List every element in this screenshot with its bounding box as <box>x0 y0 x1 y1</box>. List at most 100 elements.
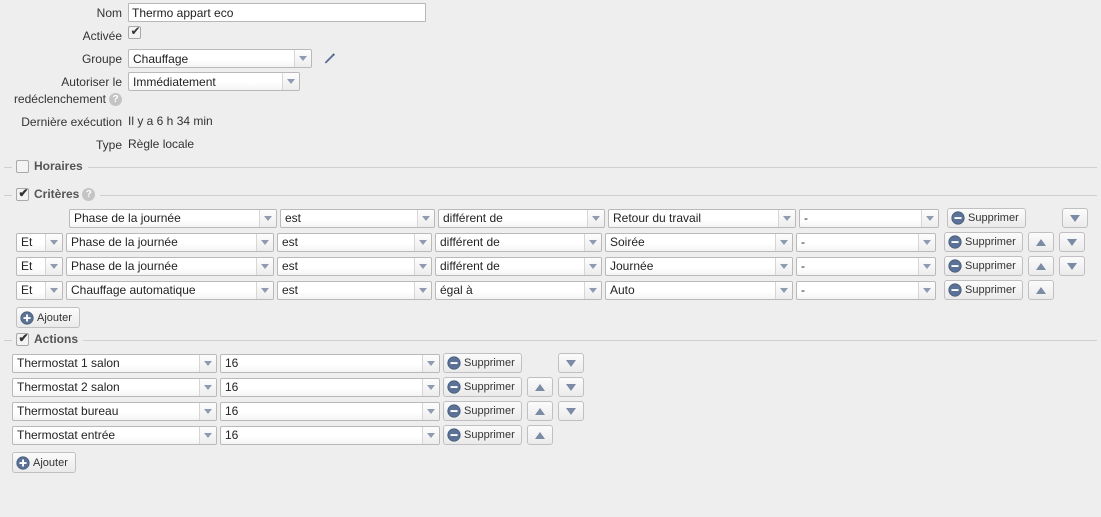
move-criteria-up-button[interactable] <box>1027 256 1054 276</box>
criteria-value-select[interactable]: Journée <box>605 256 793 276</box>
criteria-logic-select[interactable]: Et <box>16 280 63 300</box>
delete-criteria-button[interactable]: Supprimer <box>947 208 1026 228</box>
move-criteria-up-button[interactable] <box>1027 232 1054 252</box>
move-criteria-down-button[interactable] <box>1058 232 1085 252</box>
criteria-operator-select[interactable]: est <box>277 256 432 276</box>
chevron-down-icon <box>199 426 216 444</box>
criteria-extra-value: - <box>801 259 805 273</box>
move-criteria-down-button[interactable] <box>1058 256 1085 276</box>
chevron-down-icon <box>918 257 935 275</box>
move-action-up-button[interactable] <box>526 425 553 445</box>
criteria-value-select[interactable]: Retour du travail <box>608 208 796 228</box>
arrow-up-icon <box>534 431 545 439</box>
schedules-legend-label: Horaires <box>34 159 83 173</box>
field-row-last-execution: Dernière exécution Il y a 6 h 34 min <box>0 112 1101 131</box>
action-value-select[interactable]: 16 <box>220 377 440 397</box>
action-device-select[interactable]: Thermostat 1 salon <box>12 353 217 373</box>
criteria-legend: Critères ? <box>12 186 101 201</box>
chevron-down-icon <box>256 233 273 251</box>
delete-action-label: Supprimer <box>464 429 515 441</box>
arrow-up-icon <box>1035 262 1046 270</box>
action-device-select[interactable]: Thermostat bureau <box>12 401 217 421</box>
chevron-down-icon <box>775 281 792 299</box>
criteria-value-value: Journée <box>610 259 654 273</box>
delete-action-button[interactable]: Supprimer <box>443 401 522 421</box>
move-action-up-button[interactable] <box>526 377 553 397</box>
chevron-down-icon <box>775 257 792 275</box>
criteria-logic-value: Et <box>21 259 33 273</box>
criteria-logic-value: Et <box>21 283 33 297</box>
criteria-extra-select[interactable]: - <box>799 208 939 228</box>
criteria-logic-select[interactable]: Et <box>16 232 63 252</box>
arrow-down-icon <box>565 407 576 415</box>
chevron-down-icon <box>256 257 273 275</box>
criteria-operator-select[interactable]: est <box>280 208 435 228</box>
retrigger-label-line1: Autoriser le <box>61 75 122 89</box>
chevron-down-icon <box>282 73 299 90</box>
criteria-comparator-select[interactable]: différent de <box>438 208 605 228</box>
criteria-extra-select[interactable]: - <box>796 232 936 252</box>
criteria-operator-select[interactable]: est <box>277 280 432 300</box>
arrow-down-icon <box>1066 238 1077 246</box>
move-criteria-down-button[interactable] <box>1061 208 1088 228</box>
action-device-select[interactable]: Thermostat entrée <box>12 425 217 445</box>
delete-criteria-button[interactable]: Supprimer <box>944 232 1023 252</box>
actions-checkbox[interactable] <box>16 331 30 346</box>
criteria-extra-select[interactable]: - <box>796 280 936 300</box>
retrigger-label-line2-wrap: redéclenchement? <box>0 91 122 108</box>
move-criteria-up-button[interactable] <box>1027 280 1054 300</box>
criteria-rows: Phase de la journée est différent de Ret… <box>4 196 1097 328</box>
field-row-retrigger: Autoriser le redéclenchement? Immédiatem… <box>0 72 1101 108</box>
delete-action-button[interactable]: Supprimer <box>443 377 522 397</box>
action-device-value: Thermostat 2 salon <box>17 380 120 394</box>
action-value-select[interactable]: 16 <box>220 353 440 373</box>
criteria-comparator-select[interactable]: différent de <box>435 232 602 252</box>
delete-action-button[interactable]: Supprimer <box>443 425 522 445</box>
move-action-up-button[interactable] <box>526 401 553 421</box>
action-device-select[interactable]: Thermostat 2 salon <box>12 377 217 397</box>
type-label: Type <box>95 138 122 152</box>
criteria-value-value: Retour du travail <box>613 211 702 225</box>
move-action-down-button[interactable] <box>557 377 584 397</box>
delete-criteria-button[interactable]: Supprimer <box>944 256 1023 276</box>
delete-criteria-label: Supprimer <box>965 284 1016 296</box>
delete-action-button[interactable]: Supprimer <box>443 353 522 373</box>
chevron-down-icon <box>775 233 792 251</box>
criteria-comparator-select[interactable]: égal à <box>435 280 602 300</box>
criteria-field-value: Phase de la journée <box>71 235 178 249</box>
action-value-select[interactable]: 16 <box>220 425 440 445</box>
criteria-legend-label: Critères <box>34 187 80 201</box>
group-select[interactable]: Chauffage <box>128 49 312 68</box>
criteria-value-select[interactable]: Auto <box>605 280 793 300</box>
help-icon[interactable]: ? <box>109 93 122 107</box>
enabled-checkbox[interactable] <box>128 24 142 39</box>
rule-properties-form: Nom Activée Groupe Chauffage <box>0 0 1101 154</box>
criteria-checkbox[interactable] <box>16 186 30 201</box>
criteria-field-select[interactable]: Chauffage automatique <box>66 280 274 300</box>
criteria-logic-select[interactable]: Et <box>16 256 63 276</box>
pencil-icon[interactable] <box>321 51 337 67</box>
criteria-field-value: Phase de la journée <box>71 259 178 273</box>
action-value-select[interactable]: 16 <box>220 401 440 421</box>
move-action-down-button[interactable] <box>557 353 584 373</box>
criteria-operator-value: est <box>282 259 299 273</box>
criteria-field-select[interactable]: Phase de la journée <box>66 232 274 252</box>
criteria-comparator-select[interactable]: différent de <box>435 256 602 276</box>
criteria-operator-select[interactable]: est <box>277 232 432 252</box>
criteria-value-value: Soirée <box>610 235 645 249</box>
move-action-down-button[interactable] <box>557 401 584 421</box>
help-icon[interactable]: ? <box>82 187 96 201</box>
schedules-checkbox[interactable] <box>16 159 29 173</box>
delete-criteria-button[interactable]: Supprimer <box>944 280 1023 300</box>
arrow-down-icon <box>1069 214 1080 222</box>
criteria-value-select[interactable]: Soirée <box>605 232 793 252</box>
retrigger-select[interactable]: Immédiatement <box>128 72 300 91</box>
criteria-extra-select[interactable]: - <box>796 256 936 276</box>
add-action-button[interactable]: Ajouter <box>12 452 76 473</box>
criteria-field-select[interactable]: Phase de la journée <box>69 208 277 228</box>
name-input[interactable] <box>128 3 426 22</box>
add-criteria-button[interactable]: Ajouter <box>16 307 80 328</box>
retrigger-label-line2: redéclenchement <box>13 92 106 106</box>
action-device-value: Thermostat entrée <box>17 428 116 442</box>
criteria-field-select[interactable]: Phase de la journée <box>66 256 274 276</box>
